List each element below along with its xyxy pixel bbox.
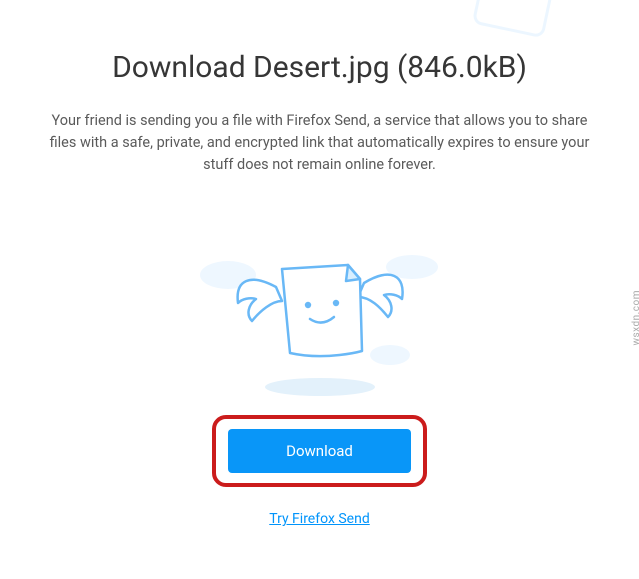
page-description: Your friend is sending you a file with F… bbox=[50, 110, 590, 175]
page-title: Download Desert.jpg (846.0kB) bbox=[40, 50, 599, 85]
download-panel: Download Desert.jpg (846.0kB) Your frien… bbox=[0, 0, 639, 547]
corner-decoration bbox=[459, 0, 579, 44]
try-firefox-send-link[interactable]: Try Firefox Send bbox=[40, 511, 599, 527]
flying-file-illustration bbox=[180, 225, 460, 405]
download-highlight-box: Download bbox=[212, 415, 427, 487]
watermark-text: wsxdn.com bbox=[632, 290, 639, 346]
download-button[interactable]: Download bbox=[228, 429, 411, 473]
